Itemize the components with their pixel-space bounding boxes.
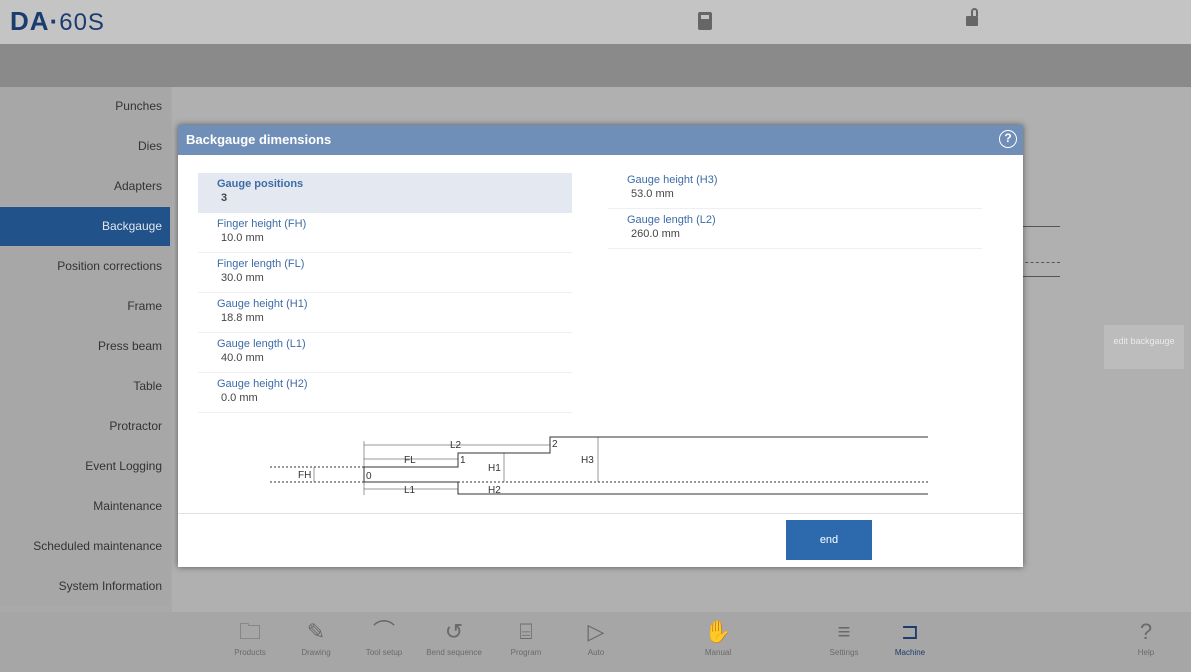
label-l1: L1 [404, 485, 416, 496]
sidebar-item-frame[interactable]: Frame [0, 287, 170, 326]
param-gauge-height-h3[interactable]: Gauge height (H3) 53.0 mm [608, 169, 982, 209]
label-l2: L2 [450, 440, 462, 451]
param-finger-length[interactable]: Finger length (FL) 30.0 mm [198, 253, 572, 293]
bend-sequence-icon: ↺ [444, 619, 464, 644]
param-gauge-height-h2[interactable]: Gauge height (H2) 0.0 mm [198, 373, 572, 413]
sidebar-item-dies[interactable]: Dies [0, 127, 170, 166]
sidebar-item-adapters[interactable]: Adapters [0, 167, 170, 206]
nav-label: Machine [894, 648, 926, 657]
unlock-icon[interactable] [966, 8, 978, 26]
nav-settings[interactable]: ≡ Settings [814, 616, 874, 657]
folder-icon: 🗀 [238, 619, 261, 644]
label-fl: FL [404, 455, 416, 466]
tool-setup-icon: ⌒ [372, 619, 395, 644]
machine-icon: ⊐ [900, 619, 920, 644]
hand-icon: ✋ [704, 619, 732, 644]
background-diagram [1020, 226, 1060, 286]
label-fh: FH [298, 470, 311, 481]
sidebar-item-event-logging[interactable]: Event Logging [0, 447, 170, 486]
nav-program[interactable]: ⌸ Program [496, 616, 556, 657]
nav-machine[interactable]: ⊐ Machine [880, 616, 940, 657]
param-gauge-positions[interactable]: Gauge positions 3 [198, 173, 572, 213]
label-h2: H2 [488, 485, 501, 496]
sidebar-item-maintenance[interactable]: Maintenance [0, 487, 170, 526]
sidebar: Punches Dies Adapters Backgauge Position… [0, 87, 170, 607]
sidebar-item-backgauge[interactable]: Backgauge [0, 207, 170, 246]
param-label: Finger height (FH) [217, 218, 307, 230]
nav-label: Auto [587, 648, 605, 657]
param-value: 18.8 mm [221, 312, 264, 324]
sidebar-item-scheduled-maintenance[interactable]: Scheduled maintenance [0, 527, 170, 566]
edit-backgauge-button[interactable]: edit backgauge [1104, 325, 1184, 369]
param-label: Gauge length (L1) [217, 338, 306, 350]
drawing-icon: ✎ [306, 619, 326, 644]
sub-bar [0, 44, 1191, 87]
help-circle-icon[interactable]: ? [999, 130, 1017, 148]
logo-separator: · [49, 6, 60, 36]
nav-label: Products [234, 648, 266, 657]
nav-label: Manual [704, 648, 732, 657]
play-icon: ▷ [587, 619, 605, 644]
dialog-title: Backgauge dimensions [186, 132, 332, 147]
param-finger-height[interactable]: Finger height (FH) 10.0 mm [198, 213, 572, 253]
nav-manual[interactable]: ✋ Manual [688, 616, 748, 657]
nav-products[interactable]: 🗀 Products [220, 616, 280, 657]
sidebar-item-press-beam[interactable]: Press beam [0, 327, 170, 366]
dialog-header: Backgauge dimensions ? [178, 125, 1023, 155]
sidebar-item-protractor[interactable]: Protractor [0, 407, 170, 446]
sidebar-item-table[interactable]: Table [0, 367, 170, 406]
param-label: Gauge positions [217, 178, 304, 190]
nav-auto[interactable]: ▷ Auto [566, 616, 626, 657]
backgauge-diagram: FH FL L1 L2 H1 H2 H3 0 1 2 [270, 436, 928, 496]
label-h1: H1 [488, 463, 501, 474]
sidebar-item-punches[interactable]: Punches [0, 87, 170, 126]
param-gauge-length-l2[interactable]: Gauge length (L2) 260.0 mm [608, 209, 982, 249]
list-icon: ≡ [837, 619, 851, 644]
nav-label: Settings [829, 648, 859, 657]
param-label: Gauge height (H2) [217, 378, 308, 390]
end-button[interactable]: end [786, 520, 872, 560]
nav-label: Drawing [301, 648, 331, 657]
nav-help[interactable]: ? Help [1116, 616, 1176, 657]
calculator-icon[interactable] [698, 12, 712, 30]
param-value: 260.0 mm [631, 228, 680, 240]
app-logo: DA·60S [10, 6, 105, 37]
param-label: Gauge length (L2) [627, 214, 716, 226]
param-gauge-length-l1[interactable]: Gauge length (L1) 40.0 mm [198, 333, 572, 373]
param-value: 3 [221, 192, 228, 204]
param-value: 10.0 mm [221, 232, 264, 244]
top-bar: DA·60S [0, 0, 1191, 44]
param-value: 0.0 mm [221, 392, 258, 404]
nav-tool-setup[interactable]: ⌒ Tool setup [354, 616, 414, 657]
dialog-footer-divider [178, 513, 1023, 514]
nav-label: Tool setup [365, 648, 403, 657]
sidebar-item-system-information[interactable]: System Information [0, 567, 170, 606]
nav-drawing[interactable]: ✎ Drawing [286, 616, 346, 657]
logo-brand: DA [10, 6, 50, 36]
help-icon: ? [1139, 619, 1153, 644]
label-pos-2: 2 [552, 439, 558, 450]
nav-label: Program [510, 648, 542, 657]
program-icon: ⌸ [519, 619, 533, 644]
param-label: Finger length (FL) [217, 258, 305, 270]
param-value: 53.0 mm [631, 188, 674, 200]
param-label: Gauge height (H1) [217, 298, 308, 310]
label-pos-0: 0 [366, 471, 372, 482]
label-pos-1: 1 [460, 455, 466, 466]
nav-label: Help [1137, 648, 1155, 657]
backgauge-dimensions-dialog: Backgauge dimensions ? Gauge positions 3… [178, 125, 1023, 567]
logo-model: 60S [59, 9, 105, 36]
nav-label: Bend sequence [426, 648, 482, 657]
label-h3: H3 [581, 455, 594, 466]
param-value: 40.0 mm [221, 352, 264, 364]
param-value: 30.0 mm [221, 272, 264, 284]
bottom-toolbar: 🗀 Products ✎ Drawing ⌒ Tool setup ↺ Bend… [0, 612, 1191, 672]
sidebar-item-position-corrections[interactable]: Position corrections [0, 247, 170, 286]
param-gauge-height-h1[interactable]: Gauge height (H1) 18.8 mm [198, 293, 572, 333]
nav-bend-sequence[interactable]: ↺ Bend sequence [424, 616, 484, 657]
param-label: Gauge height (H3) [627, 174, 718, 186]
